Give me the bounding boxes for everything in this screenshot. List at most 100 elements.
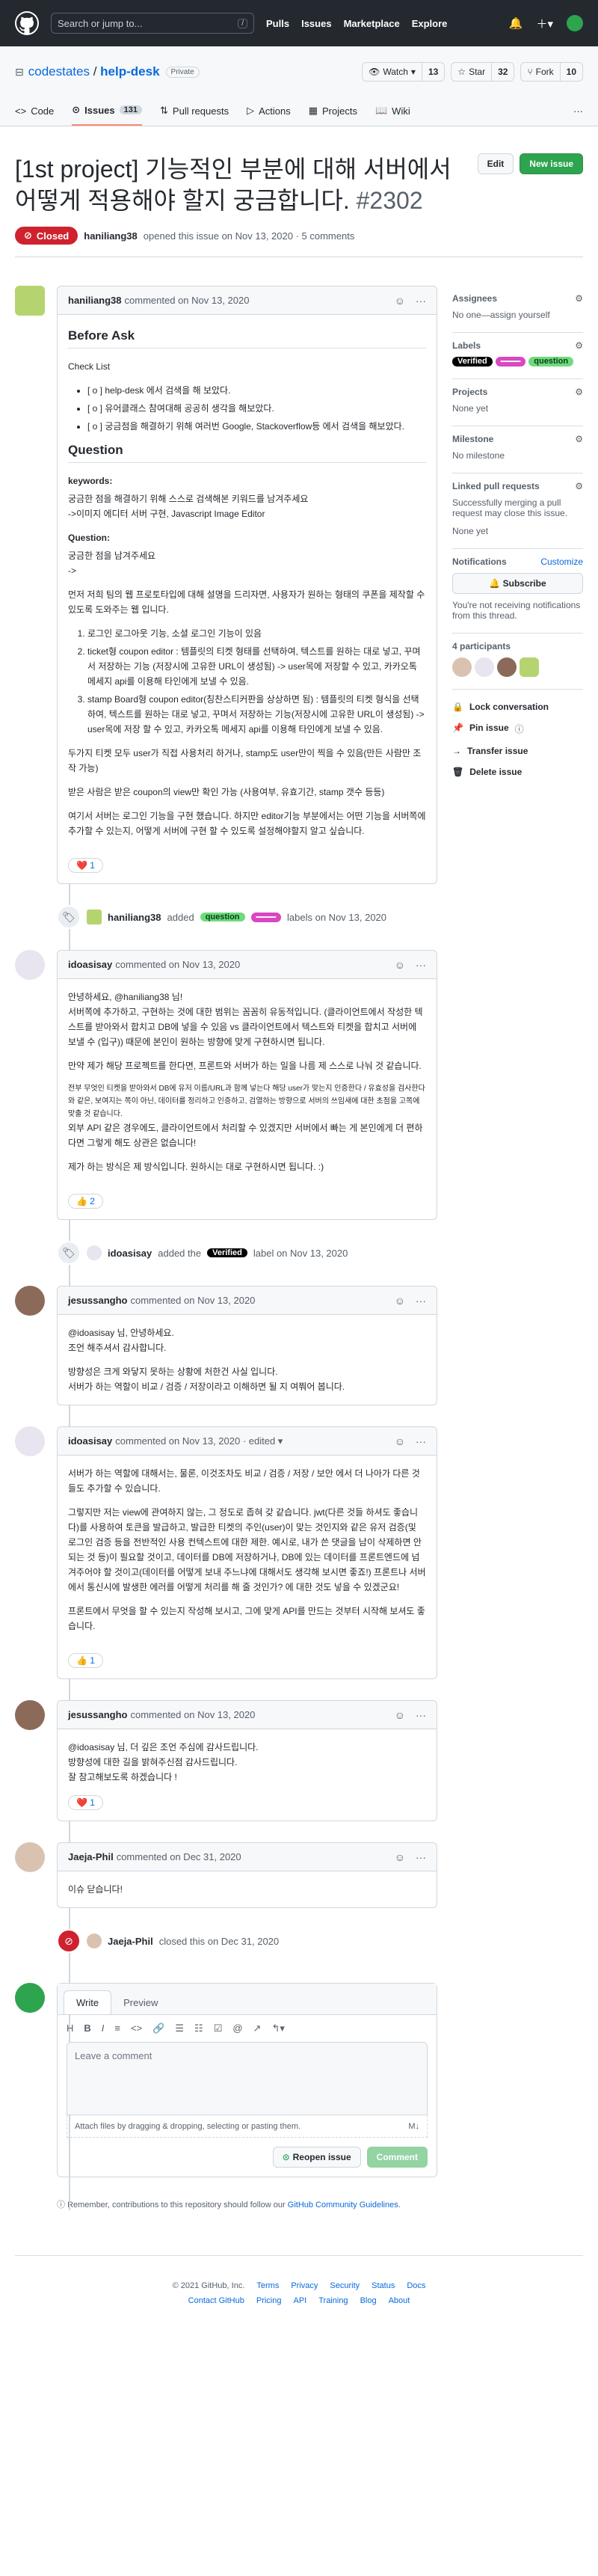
event-actor[interactable]: haniliang38 [108, 912, 161, 923]
avatar[interactable] [15, 286, 45, 316]
footer-link[interactable]: About [389, 2296, 410, 2305]
kebab-icon[interactable]: ··· [416, 295, 426, 307]
plus-dropdown-icon[interactable]: ＋▾ [536, 16, 553, 31]
avatar[interactable] [497, 657, 517, 677]
customize-link[interactable]: Customize [540, 556, 583, 567]
label-question[interactable]: question [200, 913, 245, 921]
avatar[interactable] [15, 1983, 45, 2013]
footer-link[interactable]: Terms [256, 2281, 279, 2290]
comment-author[interactable]: idoasisay [68, 1435, 112, 1447]
avatar[interactable] [15, 1700, 45, 1730]
link-icon[interactable]: 🔗 [152, 2023, 164, 2034]
smiley-icon[interactable]: ☺ [395, 959, 405, 971]
reaction-heart[interactable]: ❤️ 1 [68, 1795, 103, 1810]
kebab-icon[interactable]: ··· [416, 1851, 426, 1863]
footer-link[interactable]: Pricing [256, 2296, 282, 2305]
comment-textarea[interactable]: Leave a comment [67, 2042, 428, 2115]
subscribe-button[interactable]: 🔔 Subscribe [452, 573, 583, 594]
avatar[interactable] [15, 950, 45, 980]
reopen-issue-button[interactable]: ⊙ Reopen issue [272, 2147, 361, 2168]
delete-issue[interactable]: 🗑 Delete issue [452, 767, 583, 777]
footer-link[interactable]: Privacy [291, 2281, 318, 2290]
comment-author[interactable]: jesussangho [68, 1709, 127, 1720]
task-list-icon[interactable]: ☑ [214, 2023, 223, 2034]
smiley-icon[interactable]: ☺ [395, 295, 405, 307]
italic-icon[interactable]: I [102, 2023, 105, 2034]
github-logo-icon[interactable] [15, 11, 39, 35]
gear-icon[interactable]: ⚙ [575, 340, 583, 351]
nav-pulls[interactable]: Pulls [266, 18, 289, 29]
pin-issue[interactable]: 📌 Pin issue ⓘ [452, 723, 583, 735]
code-icon[interactable]: <> [131, 2023, 142, 2034]
gear-icon[interactable]: ⚙ [575, 293, 583, 304]
avatar[interactable] [87, 1933, 102, 1948]
label-verified[interactable]: Verified [207, 1248, 247, 1257]
bold-icon[interactable]: B [84, 2023, 90, 2034]
search-input[interactable]: Search or jump to... / [51, 13, 254, 34]
heading-icon[interactable]: H [67, 2023, 73, 2034]
nav-marketplace[interactable]: Marketplace [344, 18, 400, 29]
label-verified[interactable]: Verified [452, 357, 493, 367]
nav-issues[interactable]: Issues [301, 18, 331, 29]
repo-name-link[interactable]: help-desk [100, 64, 159, 79]
tab-code[interactable]: <> Code [15, 96, 54, 126]
kebab-icon[interactable]: ··· [416, 1709, 426, 1721]
assignees-value[interactable]: No one—assign yourself [452, 310, 583, 320]
label-question[interactable]: question [528, 357, 574, 367]
gear-icon[interactable]: ⚙ [575, 481, 583, 491]
avatar[interactable] [15, 1842, 45, 1872]
kebab-icon[interactable]: ··· [416, 959, 426, 971]
nav-explore[interactable]: Explore [412, 18, 448, 29]
star-count[interactable]: 32 [492, 67, 514, 77]
comment-author[interactable]: Jaeja-Phil [68, 1851, 114, 1862]
gear-icon[interactable]: ⚙ [575, 387, 583, 397]
reaction-thumbsup[interactable]: 👍 2 [68, 1194, 103, 1209]
quote-icon[interactable]: ≡ [114, 2023, 120, 2034]
footer-link[interactable]: Contact GitHub [188, 2296, 244, 2305]
more-tabs-icon[interactable]: ··· [573, 96, 583, 126]
reaction-thumbsup[interactable]: 👍 1 [68, 1653, 103, 1668]
bell-icon[interactable]: 🔔 [509, 16, 523, 30]
attach-files[interactable]: Attach files by dragging & dropping, sel… [67, 2115, 428, 2138]
avatar[interactable] [15, 1426, 45, 1456]
comment-author[interactable]: idoasisay [68, 959, 112, 970]
avatar[interactable] [87, 910, 102, 924]
footer-link[interactable]: Training [318, 2296, 348, 2305]
transfer-issue[interactable]: → Transfer issue [452, 746, 583, 756]
event-actor[interactable]: Jaeja-Phil [108, 1936, 153, 1947]
tab-preview[interactable]: Preview [111, 1991, 170, 2014]
kebab-icon[interactable]: ··· [416, 1295, 426, 1307]
numbered-list-icon[interactable]: ☷ [194, 2023, 203, 2034]
label-pink[interactable]: ━━━━ [250, 912, 282, 922]
tab-pulls[interactable]: ⇅ Pull requests [160, 96, 229, 126]
bullet-list-icon[interactable]: ☰ [175, 2023, 184, 2034]
watch-button[interactable]: 👁 Watch ▾ 13 [362, 62, 446, 82]
smiley-icon[interactable]: ☺ [395, 1709, 405, 1721]
avatar[interactable] [452, 657, 472, 677]
footer-link[interactable]: Status [372, 2281, 395, 2290]
tab-issues[interactable]: ⊙ Issues 131 [72, 96, 143, 126]
fork-button[interactable]: ⑂ Fork 10 [520, 62, 583, 82]
fork-count[interactable]: 10 [561, 67, 582, 77]
tab-projects[interactable]: ▦ Projects [309, 96, 357, 126]
cross-reference-icon[interactable]: ↗ [253, 2023, 262, 2034]
star-button[interactable]: ☆ Star 32 [451, 62, 515, 82]
mention-icon[interactable]: @ [232, 2023, 242, 2034]
footer-link[interactable]: API [293, 2296, 306, 2305]
watch-count[interactable]: 13 [422, 67, 444, 77]
guidelines-link[interactable]: GitHub Community Guidelines [288, 2201, 398, 2209]
gear-icon[interactable]: ⚙ [575, 434, 583, 444]
tab-actions[interactable]: ▷ Actions [247, 96, 291, 126]
avatar[interactable] [520, 657, 539, 677]
footer-link[interactable]: Security [330, 2281, 360, 2290]
new-issue-button[interactable]: New issue [520, 153, 583, 174]
kebab-icon[interactable]: ··· [416, 1435, 426, 1447]
avatar[interactable] [15, 1286, 45, 1316]
smiley-icon[interactable]: ☺ [395, 1851, 405, 1863]
comment-author[interactable]: jesussangho [68, 1295, 127, 1306]
lock-conversation[interactable]: 🔒 Lock conversation [452, 702, 583, 712]
tab-wiki[interactable]: 📖 Wiki [375, 96, 410, 126]
smiley-icon[interactable]: ☺ [395, 1295, 405, 1307]
comment-button[interactable]: Comment [366, 2147, 428, 2168]
footer-link[interactable]: Blog [360, 2296, 377, 2305]
